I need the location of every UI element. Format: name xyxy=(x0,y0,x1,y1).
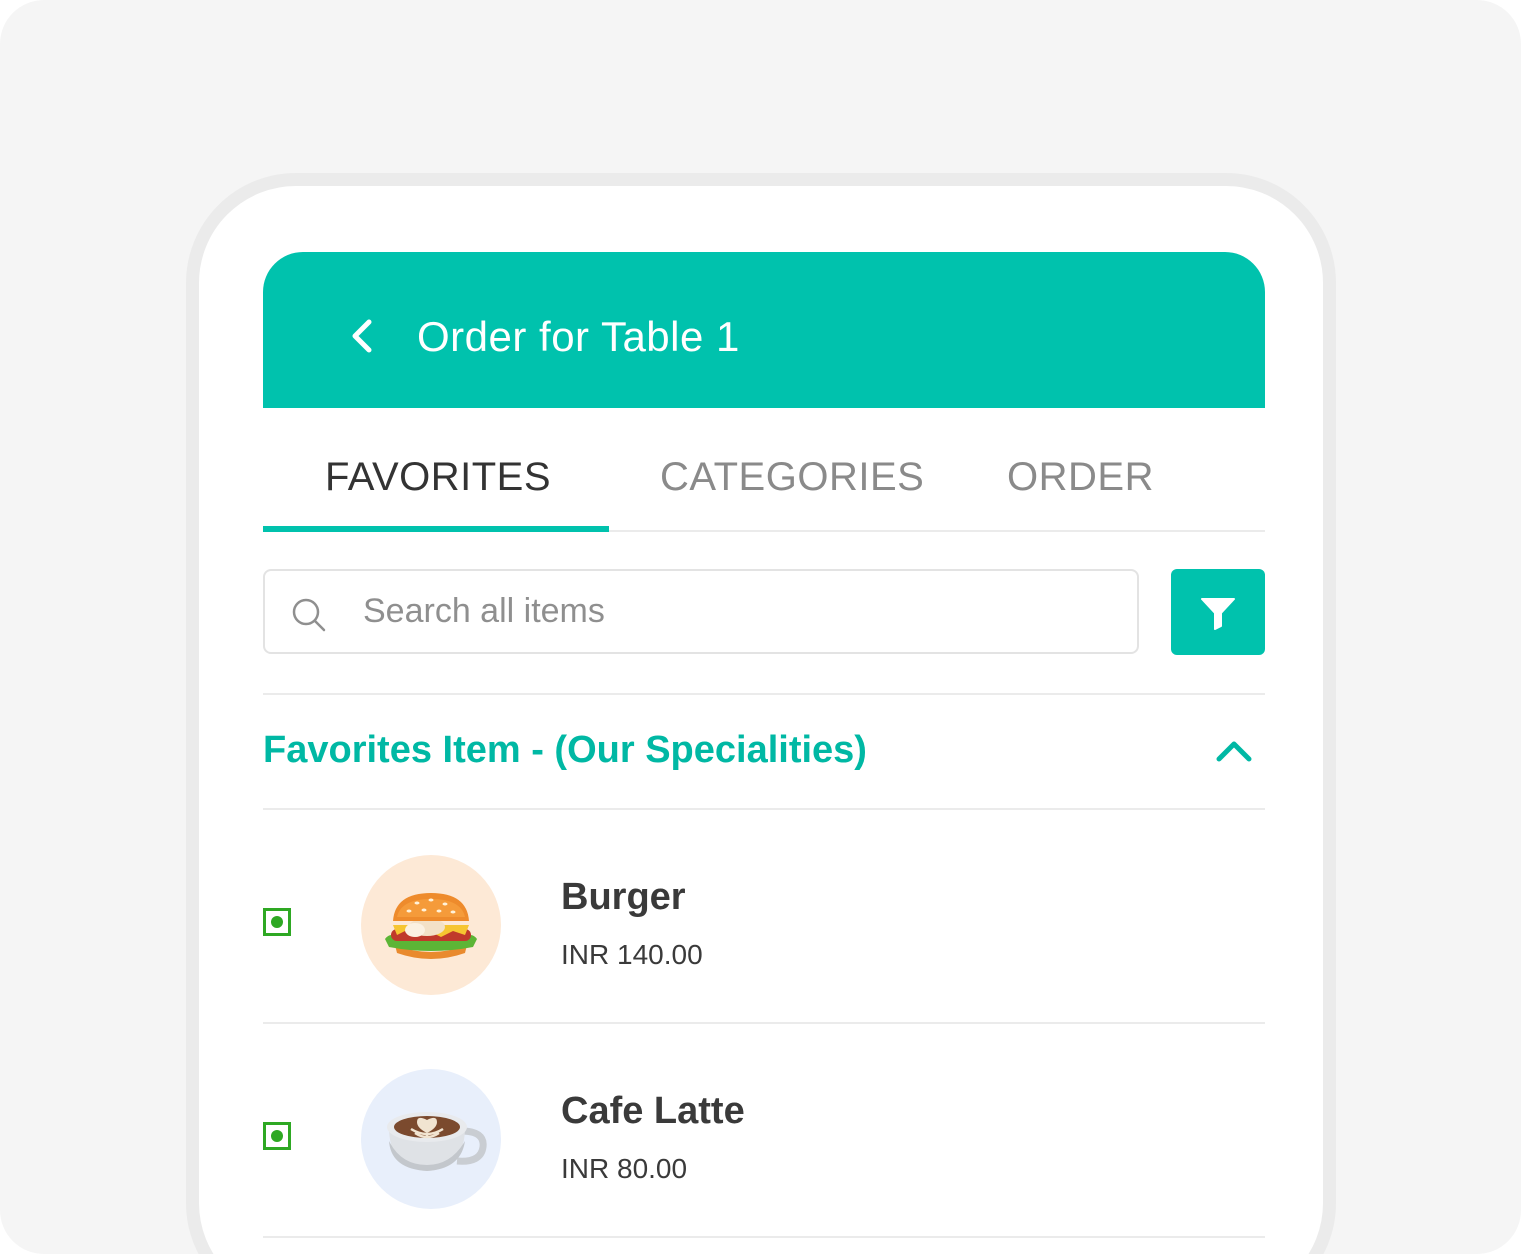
list-item[interactable]: Cafe Latte INR 80.00 xyxy=(263,1024,1265,1238)
list-item[interactable]: Burger INR 140.00 xyxy=(263,810,1265,1024)
veg-indicator-icon xyxy=(263,908,291,936)
section-title: Favorites Item - (Our Specialities) xyxy=(263,729,867,771)
search-box[interactable] xyxy=(263,569,1139,654)
canvas-background: Order for Table 1 FAVORITES CATEGORIES O… xyxy=(0,0,1521,1254)
tab-order[interactable]: ORDER xyxy=(1007,452,1154,502)
coffee-cup-icon xyxy=(387,1112,487,1171)
tab-categories[interactable]: CATEGORIES xyxy=(660,452,924,502)
item-price: INR 80.00 xyxy=(561,1153,688,1184)
favorites-section-header[interactable]: Favorites Item - (Our Specialities) xyxy=(263,695,1265,810)
item-thumbnail xyxy=(361,1069,501,1209)
app-bar: Order for Table 1 xyxy=(263,252,1265,408)
search-row xyxy=(263,532,1265,695)
burger-icon xyxy=(385,893,477,959)
tab-bar: FAVORITES CATEGORIES ORDER xyxy=(263,408,1265,532)
back-button[interactable] xyxy=(343,314,383,358)
search-icon xyxy=(292,598,326,632)
item-thumbnail xyxy=(361,855,501,995)
item-name: Cafe Latte xyxy=(561,1090,745,1132)
chevron-left-icon xyxy=(352,319,372,353)
item-name: Burger xyxy=(561,876,686,918)
tab-favorites[interactable]: FAVORITES xyxy=(325,452,551,502)
item-price: INR 140.00 xyxy=(561,939,703,970)
app-screen: Order for Table 1 FAVORITES CATEGORIES O… xyxy=(263,252,1265,1238)
chevron-up-icon[interactable] xyxy=(1215,739,1253,763)
filter-icon xyxy=(1201,598,1235,630)
search-input[interactable] xyxy=(363,571,1103,652)
veg-indicator-icon xyxy=(263,1122,291,1150)
filter-button[interactable] xyxy=(1171,569,1265,655)
page-title: Order for Table 1 xyxy=(417,313,740,360)
